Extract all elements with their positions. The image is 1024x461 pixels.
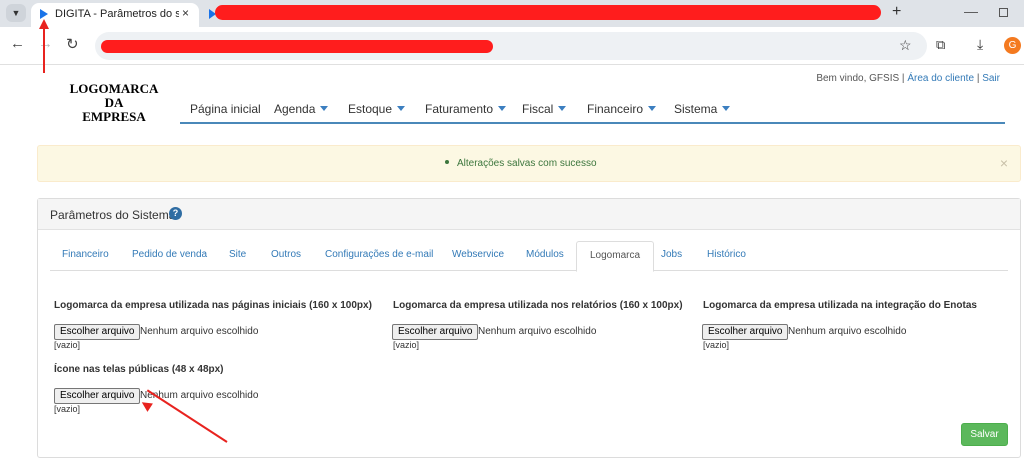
nav-label: Fiscal [522, 102, 554, 116]
tab-pedido-de-venda[interactable]: Pedido de venda [132, 249, 207, 260]
tab-configuracoes-email[interactable]: Configurações de e-mail [325, 249, 433, 260]
dropdown-caret-icon [722, 106, 731, 111]
logo-line: LOGOMARCA [69, 81, 159, 96]
dropdown-caret-icon [648, 106, 657, 111]
field-label-logo-enotas: Logomarca da empresa utilizada na integr… [703, 300, 977, 311]
separator: | [901, 73, 905, 84]
digita-favicon-icon [40, 9, 48, 19]
current-value-logo-home: [vazio] [54, 340, 81, 350]
save-button[interactable]: Salvar [961, 423, 1008, 446]
nav-item-faturamento[interactable]: Faturamento [425, 102, 507, 116]
nav-item-fiscal[interactable]: Fiscal [522, 102, 567, 116]
nav-label: Página inicial [190, 102, 261, 116]
file-status-logo-reports: Nenhum arquivo escolhido [478, 326, 597, 337]
panel-header: Parâmetros do Sistema ? [38, 199, 1020, 230]
back-arrow-icon[interactable]: ← [10, 35, 25, 52]
logo-line: EMPRESA [82, 109, 146, 124]
nav-label: Estoque [348, 102, 393, 116]
browser-tab-strip: ▼ DIGITA - Parâmetros do siste × + — [0, 0, 1024, 27]
choose-file-button-logo-reports[interactable]: Escolher arquivo [392, 324, 479, 340]
browser-tab-title: DIGITA - Parâmetros do siste [55, 8, 179, 20]
logout-link[interactable]: Sair [982, 73, 1000, 84]
company-logo[interactable]: LOGOMARCA DA EMPRESA [62, 82, 166, 124]
choose-file-button-logo-enotas[interactable]: Escolher arquivo [702, 324, 789, 340]
tab-close-icon[interactable]: × [182, 6, 189, 20]
reload-icon[interactable]: ↻ [66, 35, 79, 53]
profile-avatar[interactable]: G [1004, 37, 1021, 54]
nav-item-financeiro[interactable]: Financeiro [587, 102, 657, 116]
separator: | [976, 73, 980, 84]
file-status-logo-home: Nenhum arquivo escolhido [140, 326, 259, 337]
redacted-url [101, 40, 493, 53]
bookmark-star-icon[interactable]: ☆ [899, 37, 912, 54]
welcome-text: Bem vindo, GFSIS [816, 73, 900, 84]
tab-historico[interactable]: Histórico [707, 249, 746, 260]
browser-tab-active[interactable]: DIGITA - Parâmetros do siste × [31, 3, 199, 27]
dropdown-caret-icon [498, 106, 507, 111]
new-tab-button[interactable]: + [892, 3, 901, 21]
alert-close-icon[interactable]: × [1000, 155, 1008, 171]
nav-item-estoque[interactable]: Estoque [348, 102, 406, 116]
field-label-public-icon: Ícone nas telas públicas (48 x 48px) [54, 364, 224, 375]
forward-arrow-icon[interactable]: → [38, 35, 53, 52]
success-alert: Alterações salvas com sucesso × [37, 145, 1021, 182]
nav-label: Sistema [674, 102, 718, 116]
nav-label: Agenda [274, 102, 316, 116]
alert-message: Alterações salvas com sucesso [445, 158, 597, 169]
tab-jobs[interactable]: Jobs [661, 249, 682, 260]
help-icon[interactable]: ? [169, 207, 182, 220]
tab-site[interactable]: Site [229, 249, 246, 260]
logo-line: DA [104, 95, 124, 110]
main-nav: Página inicial Agenda Estoque Faturament… [180, 96, 1005, 124]
tab-logomarca[interactable]: Logomarca [576, 241, 655, 272]
panel-title: Parâmetros do Sistema [50, 208, 176, 222]
download-icon[interactable]: ⤓ [977, 36, 983, 53]
annotation-arrow-tab [43, 27, 45, 73]
chevron-down-icon: ▼ [11, 8, 21, 18]
annotation-arrowhead-icon [39, 19, 49, 29]
client-area-link[interactable]: Área do cliente [907, 73, 974, 84]
dropdown-caret-icon [397, 106, 406, 111]
redacted-tab-area [215, 5, 881, 20]
nav-item-agenda[interactable]: Agenda [274, 102, 329, 116]
browser-toolbar: ← → ↻ ☆ ⧉ ⤓ G [0, 27, 1024, 65]
welcome-bar: Bem vindo, GFSIS | Área do cliente | Sai… [816, 73, 1000, 84]
choose-file-button-public-icon[interactable]: Escolher arquivo [54, 388, 141, 404]
system-parameters-panel: Parâmetros do Sistema ? Financeiro Pedid… [37, 198, 1021, 458]
nav-label: Faturamento [425, 102, 494, 116]
tab-webservice[interactable]: Webservice [452, 249, 504, 260]
file-status-logo-enotas: Nenhum arquivo escolhido [788, 326, 907, 337]
tab-search-button[interactable]: ▼ [6, 4, 26, 22]
choose-file-button-logo-home[interactable]: Escolher arquivo [54, 324, 141, 340]
dropdown-caret-icon [558, 106, 567, 111]
tab-outros[interactable]: Outros [271, 249, 301, 260]
current-value-public-icon: [vazio] [54, 404, 81, 414]
current-value-logo-reports: [vazio] [393, 340, 420, 350]
extensions-icon[interactable]: ⧉ [936, 37, 945, 53]
restore-window-icon[interactable] [999, 8, 1008, 17]
nav-item-sistema[interactable]: Sistema [674, 102, 731, 116]
tab-modulos[interactable]: Módulos [526, 249, 564, 260]
dropdown-caret-icon [320, 106, 329, 111]
nav-label: Financeiro [587, 102, 644, 116]
nav-item-home[interactable]: Página inicial [190, 102, 261, 116]
field-label-logo-home: Logomarca da empresa utilizada nas págin… [54, 300, 372, 311]
minimize-icon[interactable]: — [964, 3, 978, 19]
field-label-logo-reports: Logomarca da empresa utilizada nos relat… [393, 300, 683, 311]
current-value-logo-enotas: [vazio] [703, 340, 730, 350]
settings-tabs: Financeiro Pedido de venda Site Outros C… [50, 241, 1008, 272]
tab-financeiro[interactable]: Financeiro [62, 249, 109, 260]
